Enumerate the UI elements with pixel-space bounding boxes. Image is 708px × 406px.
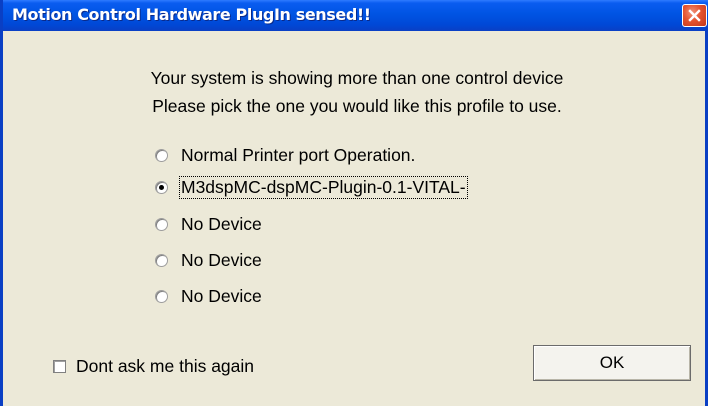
option-label: No Device <box>181 285 262 306</box>
ok-button[interactable]: OK <box>533 345 691 381</box>
option-no-device-1[interactable]: No Device <box>155 212 263 236</box>
option-no-device-2[interactable]: No Device <box>155 248 263 272</box>
option-normal-printer-port[interactable]: Normal Printer port Operation. <box>155 143 416 167</box>
radio-button[interactable] <box>155 217 168 231</box>
checkbox-box[interactable] <box>53 359 66 373</box>
dont-ask-again-checkbox[interactable]: Dont ask me this again <box>53 355 254 377</box>
option-no-device-3[interactable]: No Device <box>155 284 263 308</box>
close-icon <box>688 9 701 22</box>
dialog-window: Motion Control Hardware PlugIn sensed!! … <box>0 0 708 406</box>
message-line-1: Your system is showing more than one con… <box>150 68 564 88</box>
radio-button[interactable] <box>155 253 168 267</box>
close-button[interactable] <box>682 4 707 27</box>
message-line-2: Please pick the one you would like this … <box>152 96 562 116</box>
window-title: Motion Control Hardware PlugIn sensed!! <box>12 5 371 24</box>
option-label: M3dspMC-dspMC-Plugin-0.1-VITAL- <box>179 175 468 199</box>
option-m3dspmc-plugin[interactable]: M3dspMC-dspMC-Plugin-0.1-VITAL- <box>155 175 468 199</box>
checkbox-label: Dont ask me this again <box>76 355 255 376</box>
option-label: No Device <box>181 213 262 234</box>
radio-button[interactable] <box>155 148 168 162</box>
title-bar[interactable]: Motion Control Hardware PlugIn sensed!! <box>3 0 708 31</box>
radio-button[interactable] <box>155 289 168 303</box>
option-label: No Device <box>181 249 262 270</box>
radio-button-selected[interactable] <box>155 180 168 194</box>
option-label: Normal Printer port Operation. <box>181 144 416 165</box>
